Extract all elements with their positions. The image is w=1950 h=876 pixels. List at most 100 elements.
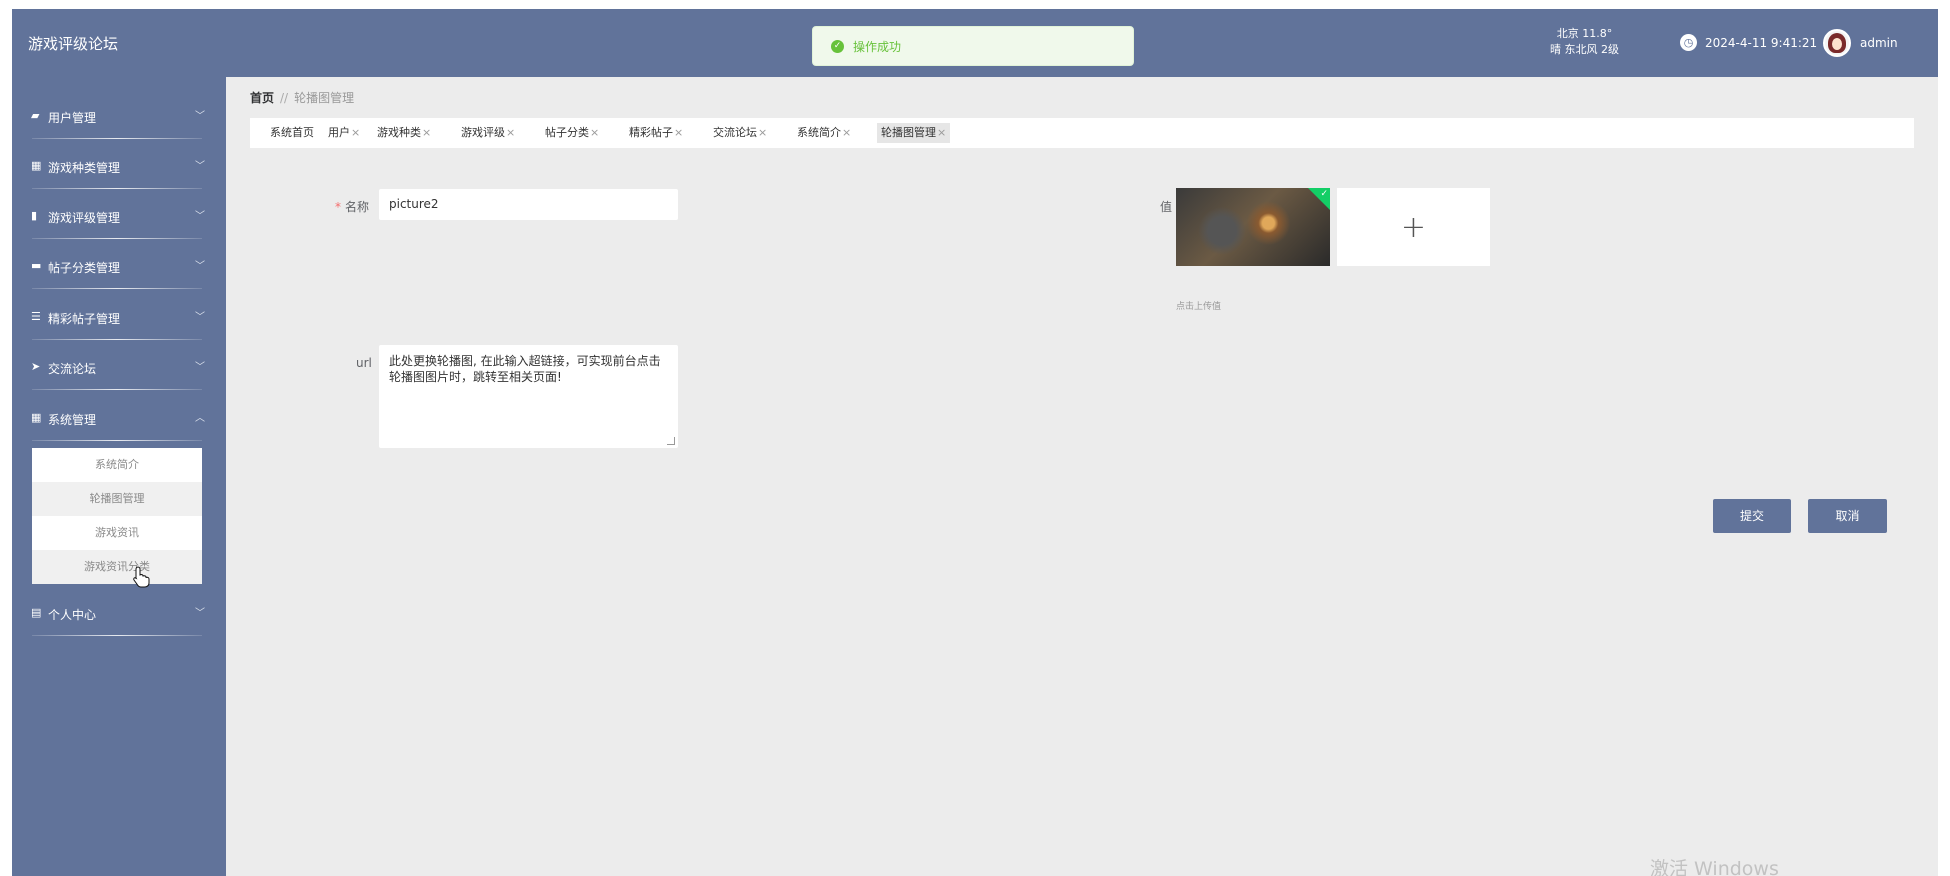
submenu-item-game-news[interactable]: 游戏资讯 — [32, 516, 202, 550]
tab-featured-posts[interactable]: 精彩帖子× — [625, 123, 687, 143]
tab-label: 游戏评级 — [461, 126, 505, 139]
sidebar-item-user-management[interactable]: ▰ 用户管理 ﹀ — [12, 91, 226, 141]
cancel-button[interactable]: 取消 — [1808, 499, 1887, 533]
sidebar-item-label: 系统管理 — [48, 413, 97, 427]
bar-chart-icon: ▮ — [31, 209, 38, 222]
sidebar-item-featured-post-management[interactable]: ☰ 精彩帖子管理 ﹀ — [12, 292, 226, 342]
submenu-item-system-intro[interactable]: 系统简介 — [32, 448, 202, 482]
menu-divider — [32, 339, 202, 340]
current-datetime: 2024-4-11 9:41:21 — [1705, 36, 1818, 50]
tab-post-categories[interactable]: 帖子分类× — [541, 123, 603, 143]
weather-city-temp: 北京 11.8° — [1556, 27, 1613, 40]
briefcase-icon: ▰ — [31, 109, 40, 122]
submenu-item-carousel-management[interactable]: 轮播图管理 — [32, 482, 202, 516]
tab-carousel-management[interactable]: 轮播图管理× — [877, 123, 951, 143]
breadcrumb-home[interactable]: 首页 — [250, 91, 274, 105]
tab-label: 游戏种类 — [377, 126, 421, 139]
breadcrumb-separator: // — [280, 91, 289, 105]
chevron-down-icon: ﹀ — [195, 261, 205, 272]
username[interactable]: admin — [1860, 36, 1898, 50]
close-icon[interactable]: × — [674, 126, 683, 139]
url-text: 此处更换轮播图, 在此输入超链接，可实现前台点击轮播图图片时，跳转至相关页面! — [389, 354, 661, 384]
sidebar-item-label: 交流论坛 — [48, 362, 97, 376]
required-asterisk: * — [335, 200, 341, 214]
close-icon[interactable]: × — [506, 126, 515, 139]
tab-label: 交流论坛 — [713, 126, 757, 139]
sidebar-item-forum[interactable]: ➤ 交流论坛 ﹀ — [12, 342, 226, 392]
uploaded-image-thumbnail[interactable]: ✓ — [1176, 188, 1330, 266]
close-icon[interactable]: × — [351, 126, 360, 139]
value-label: 值 — [1160, 200, 1173, 214]
weather-widget: 北京 11.8° 晴 东北风 2级 — [1550, 26, 1619, 58]
success-toast: ✓ 操作成功 — [812, 26, 1134, 66]
hand-cursor-icon — [133, 566, 150, 588]
chevron-down-icon: ﹀ — [195, 362, 205, 373]
url-label: url — [356, 356, 372, 370]
sidebar-item-label: 帖子分类管理 — [48, 261, 121, 275]
sidebar-item-label: 游戏评级管理 — [48, 211, 121, 225]
app-title: 游戏评级论坛 — [28, 35, 119, 53]
check-circle-icon: ✓ — [831, 39, 844, 53]
close-icon[interactable]: × — [758, 126, 767, 139]
upload-tip: 点击上传值 — [1176, 302, 1222, 312]
sidebar-item-system-management[interactable]: ▦ 系统管理 ︿ — [12, 393, 226, 443]
tab-users[interactable]: 用户× — [324, 123, 364, 143]
sidebar-item-label: 个人中心 — [48, 608, 97, 622]
close-icon[interactable]: × — [937, 126, 946, 139]
resize-handle-icon[interactable] — [667, 437, 675, 445]
grid-icon: ▦ — [31, 159, 42, 172]
sidebar-item-post-category-management[interactable]: ▬ 帖子分类管理 ﹀ — [12, 241, 226, 291]
name-label: * 名称 — [335, 200, 370, 214]
close-icon[interactable]: × — [842, 126, 851, 139]
menu-divider — [32, 389, 202, 390]
sidebar-item-label: 精彩帖子管理 — [48, 312, 121, 326]
top-header: 游戏评级论坛 ✓ 操作成功 北京 11.8° 晴 东北风 2级 ◷ 2024-4… — [12, 9, 1938, 77]
tab-label: 帖子分类 — [545, 126, 589, 139]
submit-button[interactable]: 提交 — [1713, 499, 1791, 533]
tags-view-bar: 系统首页 用户× 游戏种类× 游戏评级× 帖子分类× 精彩帖子× 交流论坛× 系… — [250, 118, 1914, 148]
url-textarea[interactable]: 此处更换轮播图, 在此输入超链接，可实现前台点击轮播图图片时，跳转至相关页面! — [379, 345, 678, 448]
windows-activation-watermark: 激活 Windows — [1650, 858, 1779, 876]
sidebar-item-label: 用户管理 — [48, 111, 97, 125]
sidebar: ▰ 用户管理 ﹀ ▦ 游戏种类管理 ﹀ ▮ 游戏评级管理 ﹀ ▬ 帖子分类管理 … — [12, 77, 226, 876]
grid-icon: ▦ — [31, 411, 42, 424]
breadcrumb: 首页 // 轮播图管理 — [250, 89, 354, 106]
tab-label: 系统简介 — [797, 126, 841, 139]
sliders-icon: ☰ — [31, 310, 41, 323]
avatar-face — [1832, 38, 1842, 50]
avatar[interactable] — [1823, 29, 1851, 57]
tab-game-types[interactable]: 游戏种类× — [373, 123, 435, 143]
menu-divider — [32, 188, 202, 189]
tab-label: 系统首页 — [270, 126, 314, 139]
tab-game-ratings[interactable]: 游戏评级× — [457, 123, 519, 143]
chevron-down-icon: ﹀ — [195, 211, 205, 222]
menu-divider — [32, 288, 202, 289]
send-icon: ➤ — [31, 360, 41, 373]
app-window: 游戏评级论坛 ✓ 操作成功 北京 11.8° 晴 东北风 2级 ◷ 2024-4… — [12, 9, 1938, 876]
calendar-icon: ▤ — [31, 606, 42, 619]
upload-button[interactable]: + — [1337, 188, 1490, 266]
tab-system-home[interactable]: 系统首页 — [266, 123, 319, 143]
comment-icon: ▬ — [31, 259, 42, 272]
breadcrumb-current: 轮播图管理 — [294, 91, 355, 105]
menu-divider — [32, 138, 202, 139]
name-input[interactable]: picture2 — [379, 189, 678, 220]
menu-divider — [32, 440, 202, 441]
submenu-item-game-news-category[interactable]: 游戏资讯分类 — [32, 550, 202, 584]
tab-forum[interactable]: 交流论坛× — [709, 123, 771, 143]
toast-message: 操作成功 — [853, 39, 902, 54]
clock-icon: ◷ — [1680, 34, 1697, 51]
chevron-down-icon: ﹀ — [195, 312, 205, 323]
chevron-down-icon: ﹀ — [195, 161, 205, 172]
sidebar-item-game-type-management[interactable]: ▦ 游戏种类管理 ﹀ — [12, 141, 226, 191]
tab-label: 轮播图管理 — [881, 126, 936, 139]
sidebar-item-game-rating-management[interactable]: ▮ 游戏评级管理 ﹀ — [12, 191, 226, 241]
tab-label: 精彩帖子 — [629, 126, 673, 139]
close-icon[interactable]: × — [422, 126, 431, 139]
menu-divider — [32, 238, 202, 239]
sidebar-item-personal-center[interactable]: ▤ 个人中心 ﹀ — [12, 588, 226, 638]
tab-label: 用户 — [328, 126, 350, 139]
close-icon[interactable]: × — [590, 126, 599, 139]
menu-divider — [32, 635, 202, 636]
tab-system-intro[interactable]: 系统简介× — [793, 123, 855, 143]
